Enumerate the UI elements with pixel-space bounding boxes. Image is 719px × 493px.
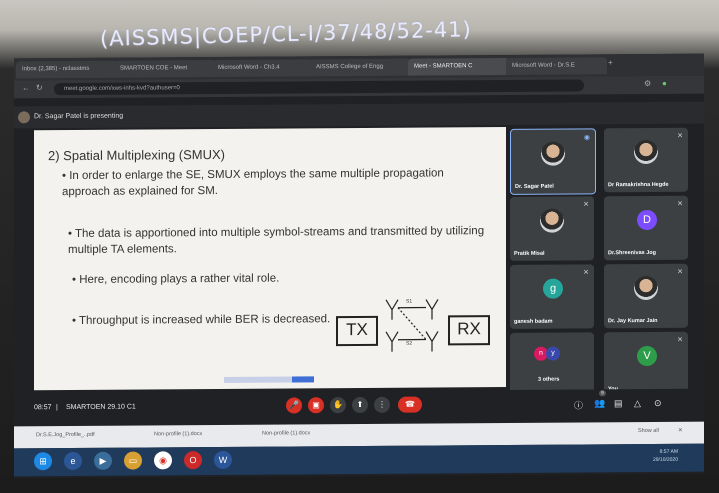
stop-presenting-button[interactable] xyxy=(292,376,314,383)
participant-name: ganesh badam xyxy=(514,318,553,325)
camera-toggle-button[interactable]: ▣ xyxy=(308,397,324,414)
participant-name: Dr.Shreenivas Jog xyxy=(608,249,656,257)
slide-bullet: • Throughput is increased while BER is d… xyxy=(72,313,331,328)
meeting-control-bar: 08:57 | SMARTOEN 29.10 C1 🎤 ▣ ✋ ⬆ ⋮ ☎ ⓘ … xyxy=(14,388,704,424)
back-icon[interactable]: ← xyxy=(22,83,30,92)
mic-muted-icon: ✕ xyxy=(583,269,589,277)
activities-icon[interactable]: △ xyxy=(634,398,641,409)
participant-name: Pratik Misal xyxy=(514,250,545,257)
show-all-link[interactable]: Show all xyxy=(638,428,659,434)
participant-initial: V xyxy=(637,345,657,367)
others-label: 3 others xyxy=(538,376,560,383)
participant-tile[interactable]: D ✕ Dr.Shreenivas Jog xyxy=(604,195,688,261)
presentation-slide: 2) Spatial Multiplexing (SMUX) • In orde… xyxy=(34,126,506,391)
close-icon[interactable]: ✕ xyxy=(678,428,683,434)
participant-name: Dr. Sagar Patel xyxy=(515,183,554,190)
browser-tab[interactable]: Microsoft Word - Dr.S.E xyxy=(506,57,607,75)
opera-icon[interactable]: O xyxy=(184,451,202,470)
chat-icon[interactable]: ▤ xyxy=(614,398,623,409)
participant-tile[interactable]: ✕ Dr Ramakrishna Hegde xyxy=(604,127,688,193)
tray-time: 8:57 AM xyxy=(659,448,678,455)
mic-muted-icon: ✕ xyxy=(677,200,683,208)
raise-hand-button[interactable]: ✋ xyxy=(330,397,346,414)
participant-avatar xyxy=(634,139,658,165)
participant-name: Dr. Jay Kumar Jain xyxy=(608,317,658,325)
url-input[interactable]: meet.google.com/xws-inhs-kvd?authuser=0 xyxy=(54,79,584,96)
stream-label: S1 xyxy=(406,298,413,305)
slide-bullet: • The data is apportioned into multiple … xyxy=(68,225,485,257)
media-icon[interactable]: ▶ xyxy=(94,451,112,470)
others-tile[interactable]: n y 3 others xyxy=(510,332,594,397)
tray-date: 29/10/2020 xyxy=(652,456,678,463)
self-tile[interactable]: V ✕ You xyxy=(604,331,688,397)
rx-box: RX xyxy=(448,315,490,346)
download-item[interactable]: Non-profile (1).docx xyxy=(154,431,202,437)
presentation-controls-strip xyxy=(224,376,314,383)
participant-initial: D xyxy=(637,209,657,231)
browser-tab-active[interactable]: Meet - SMARTOEN C xyxy=(408,57,509,76)
windows-taskbar: ⊞ e ▶ ▭ ◉ O W 8:57 AM 29/10/2020 xyxy=(14,443,704,477)
presenter-avatar xyxy=(18,111,30,124)
separator: | xyxy=(56,404,58,412)
meeting-name: SMARTOEN 29.10 C1 xyxy=(66,403,136,412)
word-icon[interactable]: W xyxy=(214,450,232,470)
participant-avatar xyxy=(634,275,658,301)
mic-muted-icon: ✕ xyxy=(677,268,683,276)
info-icon[interactable]: ⓘ xyxy=(574,398,583,411)
meeting-time: 08:57 xyxy=(34,404,52,412)
browser-tab[interactable]: Microsoft Word - Ch3.4 xyxy=(212,59,313,78)
handwritten-caption: (AISSMS|COEP/CL-I/37/48/52-41) xyxy=(99,17,473,51)
ie-icon[interactable]: e xyxy=(64,451,82,471)
mimo-diagram: S1 S2 TX RX xyxy=(336,293,496,366)
present-button[interactable]: ⬆ xyxy=(352,396,368,414)
new-tab-icon[interactable]: + xyxy=(608,58,613,67)
browser-tab[interactable]: Inbox (2,385) - nclasstms xyxy=(16,60,117,79)
presenting-bar: Dr. Sagar Patel is presenting xyxy=(14,101,704,129)
slide-title: 2) Spatial Multiplexing (SMUX) xyxy=(48,146,226,164)
participant-avatar xyxy=(540,208,564,233)
participant-initial: g xyxy=(543,278,563,299)
presenting-label: Dr. Sagar Patel is presenting xyxy=(34,112,124,121)
people-icon[interactable]: 👥 xyxy=(594,398,605,409)
mic-toggle-button[interactable]: 🎤 xyxy=(286,397,302,414)
address-bar: ← ↻ meet.google.com/xws-inhs-kvd?authuse… xyxy=(14,75,704,99)
folder-icon[interactable]: ▭ xyxy=(124,451,142,470)
tx-box: TX xyxy=(336,315,378,347)
participant-avatar xyxy=(541,141,565,166)
participant-tile[interactable]: ◉ Dr. Sagar Patel xyxy=(510,128,596,195)
host-controls-icon[interactable]: ⊙ xyxy=(654,398,662,409)
slide-bullet: • Here, encoding plays a rather vital ro… xyxy=(72,272,280,287)
stream-label: S2 xyxy=(406,340,413,347)
slide-bullet: • In order to enlarge the SE, SMUX emplo… xyxy=(62,167,444,199)
end-call-button[interactable]: ☎ xyxy=(398,396,422,413)
participant-tile[interactable]: g ✕ ganesh badam xyxy=(510,264,594,329)
profile-icon[interactable]: ● xyxy=(662,79,667,88)
reload-icon[interactable]: ↻ xyxy=(36,83,43,92)
start-icon[interactable]: ⊞ xyxy=(34,452,52,471)
participant-tile[interactable]: ✕ Dr. Jay Kumar Jain xyxy=(604,263,688,329)
browser-tab[interactable]: SMARTOEN COE - Meet xyxy=(114,60,215,78)
participant-name: Dr Ramakrishna Hegde xyxy=(608,181,669,189)
extension-icon[interactable]: ⚙ xyxy=(644,79,651,88)
download-item[interactable]: Dr.S.E.Jog_Profile_..pdf xyxy=(36,432,95,438)
mic-muted-icon: ✕ xyxy=(583,201,589,209)
participant-tile[interactable]: ✕ Pratik Misal xyxy=(510,196,594,261)
speaking-icon: ◉ xyxy=(583,134,590,142)
screen-photo: (AISSMS|COEP/CL-I/37/48/52-41) Inbox (2,… xyxy=(0,0,719,493)
participant-count-badge: 9 xyxy=(599,390,606,397)
mic-muted-icon: ✕ xyxy=(677,336,683,344)
browser-window: Inbox (2,385) - nclasstms SMARTOEN COE -… xyxy=(14,53,704,479)
more-options-button[interactable]: ⋮ xyxy=(374,396,390,413)
other-avatar: y xyxy=(546,346,560,361)
mic-muted-icon: ✕ xyxy=(677,132,683,140)
download-item[interactable]: Non-profile (1).docx xyxy=(262,430,310,436)
chrome-icon[interactable]: ◉ xyxy=(154,451,172,470)
browser-tab[interactable]: AISSMS College of Engg xyxy=(310,58,411,77)
